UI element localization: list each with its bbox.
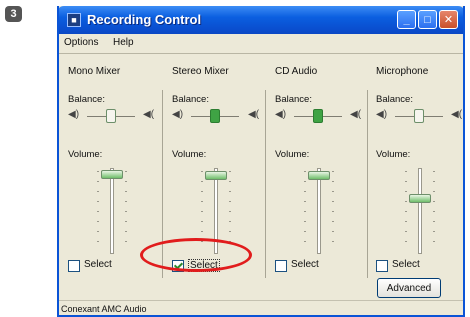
select-checkbox[interactable] xyxy=(376,260,388,272)
volume-ticks xyxy=(229,171,231,251)
channel-microphone: Microphone Balance: ◀) ◀( Volume: Select… xyxy=(367,56,463,298)
menu-divider xyxy=(59,53,463,54)
balance-label: Balance: xyxy=(376,94,413,105)
select-label[interactable]: Select xyxy=(84,259,112,270)
select-checkbox[interactable] xyxy=(68,260,80,272)
speaker-right-icon: ◀( xyxy=(143,109,155,120)
volume-slider-thumb[interactable] xyxy=(409,194,431,203)
minimize-button[interactable]: _ xyxy=(397,10,416,29)
volume-ticks xyxy=(97,171,99,251)
status-text: Conexant AMC Audio xyxy=(61,304,147,314)
balance-label: Balance: xyxy=(172,94,209,105)
volume-slider-thumb[interactable] xyxy=(101,170,123,179)
select-label[interactable]: Select xyxy=(291,259,319,270)
channel-name: Microphone xyxy=(376,66,429,77)
speaker-right-icon: ◀( xyxy=(248,109,260,120)
volume-label: Volume: xyxy=(68,149,103,160)
volume-label: Volume: xyxy=(172,149,207,160)
speaker-right-icon: ◀( xyxy=(451,109,463,120)
close-button[interactable]: ✕ xyxy=(439,10,458,29)
speaker-right-icon: ◀( xyxy=(350,109,362,120)
channel-name: CD Audio xyxy=(275,66,318,77)
balance-slider-thumb[interactable] xyxy=(414,109,424,123)
advanced-button[interactable]: Advanced xyxy=(377,278,441,298)
status-bar: Conexant AMC Audio xyxy=(59,300,463,315)
speaker-left-icon: ◀) xyxy=(376,109,388,120)
select-label[interactable]: Select xyxy=(392,259,420,270)
channel-name: Mono Mixer xyxy=(68,66,121,77)
channel-cd-audio: CD Audio Balance: ◀) ◀( Volume: Select xyxy=(265,56,367,293)
volume-ticks xyxy=(304,171,306,251)
balance-label: Balance: xyxy=(275,94,312,105)
speaker-left-icon: ◀) xyxy=(275,109,287,120)
maximize-button[interactable]: □ xyxy=(418,10,437,29)
volume-track xyxy=(110,168,114,254)
volume-slider-thumb[interactable] xyxy=(308,171,330,180)
menu-options[interactable]: Options xyxy=(64,37,98,48)
balance-label: Balance: xyxy=(68,94,105,105)
volume-ticks xyxy=(433,171,435,251)
balance-slider-thumb[interactable] xyxy=(313,109,323,123)
speaker-left-icon: ◀) xyxy=(172,109,184,120)
recording-control-window: ■ Recording Control _ □ ✕ Options Help M… xyxy=(57,6,465,317)
speaker-app-icon: ■ xyxy=(67,13,81,27)
title-bar[interactable]: ■ Recording Control _ □ ✕ xyxy=(59,6,463,34)
window-title: Recording Control xyxy=(87,12,202,27)
menu-help[interactable]: Help xyxy=(113,37,134,48)
volume-track xyxy=(418,168,422,254)
volume-track xyxy=(317,168,321,254)
step-number-badge: 3 xyxy=(5,6,22,22)
balance-slider-thumb[interactable] xyxy=(210,109,220,123)
volume-slider-thumb[interactable] xyxy=(205,171,227,180)
menu-bar: Options Help xyxy=(59,34,463,52)
volume-label: Volume: xyxy=(376,149,411,160)
red-highlight-circle xyxy=(140,238,252,272)
volume-ticks xyxy=(125,171,127,251)
speaker-left-icon: ◀) xyxy=(68,109,80,120)
volume-label: Volume: xyxy=(275,149,310,160)
volume-ticks xyxy=(332,171,334,251)
channel-name: Stereo Mixer xyxy=(172,66,229,77)
select-checkbox[interactable] xyxy=(275,260,287,272)
volume-ticks xyxy=(405,171,407,251)
balance-slider-thumb[interactable] xyxy=(106,109,116,123)
